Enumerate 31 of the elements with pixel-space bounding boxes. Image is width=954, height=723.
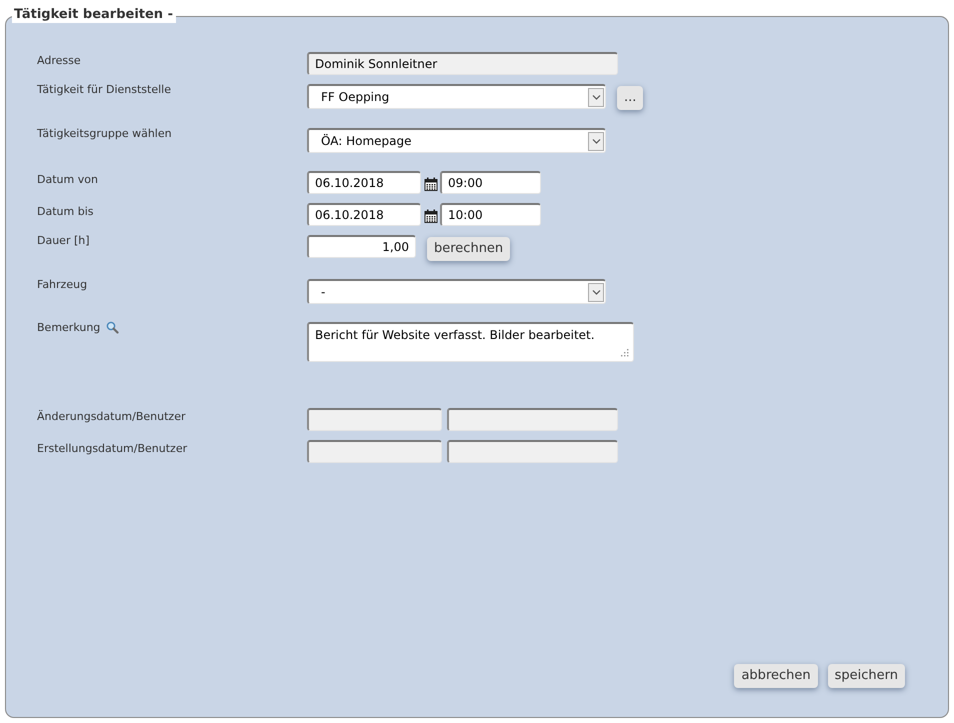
dropdown-field[interactable]: - [307,279,606,304]
calendar-icon[interactable] [424,209,438,223]
chevron-down-icon [592,94,600,100]
dropdown-field[interactable]: ÖA: Homepage [307,128,606,153]
calculate-button[interactable]: berechnen [427,237,510,261]
date-field[interactable]: 06.10.2018 [307,203,421,226]
field-label: Datum von [37,173,98,186]
field-label: Fahrzeug [37,278,88,291]
field-label: Tätigkeit für Dienststelle [37,83,172,96]
search-icon[interactable] [106,321,120,334]
field-label: Bemerkung [37,321,100,334]
cancel-button[interactable]: abbrechen [734,664,818,688]
field-label: Datum bis [37,205,94,218]
calendar-icon[interactable] [424,177,438,191]
chevron-down-icon [592,138,600,144]
date-field[interactable]: 06.10.2018 [307,171,421,194]
field-label: Erstellungsdatum/Benutzer [37,442,188,455]
number-field[interactable]: 1,00 [307,235,416,258]
field-label: Adresse [37,54,81,67]
dropdown-field[interactable]: FF Oepping [307,84,606,109]
resize-grip-icon [621,349,629,357]
field-label: Änderungsdatum/Benutzer [37,410,186,423]
field-label: Dauer [h] [37,234,90,247]
time-field[interactable]: 09:00 [440,171,541,194]
more-button[interactable]: ... [617,86,644,110]
save-button[interactable]: speichern [828,664,905,688]
field-label: Tätigkeitsgruppe wählen [37,127,172,140]
time-field[interactable]: 10:00 [440,203,541,226]
remark-field[interactable]: Bericht für Website verfasst. Bilder bearbeitet. [307,322,634,362]
form-legend: Tätigkeit bearbeiten - [12,7,176,23]
chevron-down-icon [592,288,600,296]
